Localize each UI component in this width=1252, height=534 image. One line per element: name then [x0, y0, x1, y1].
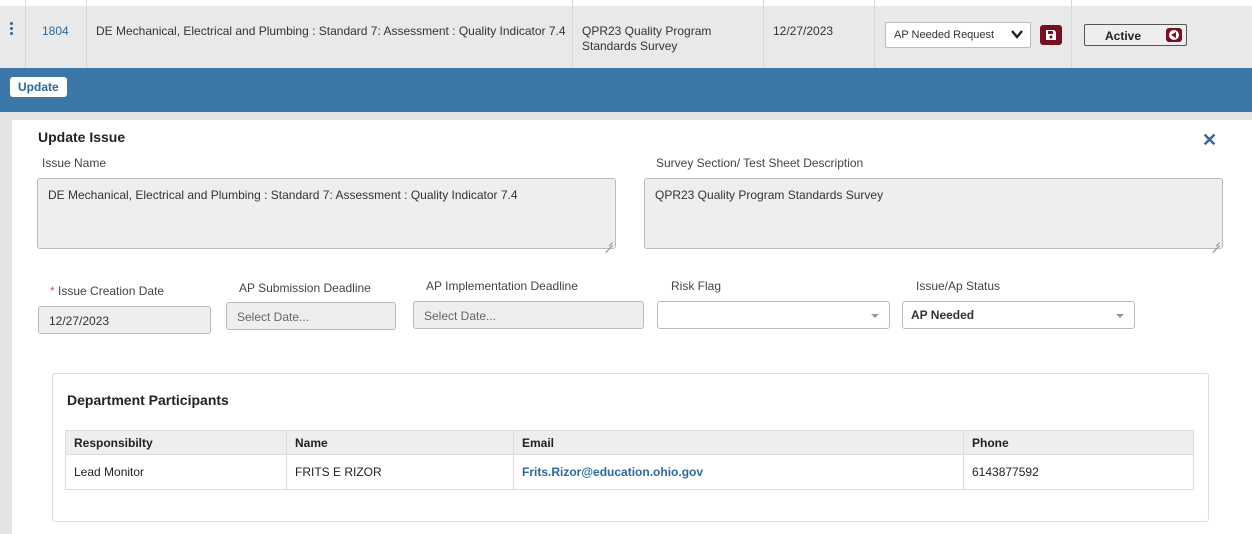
issue-creation-date-label: * Issue Creation Date	[50, 284, 165, 298]
issue-name-label: Issue Name	[42, 156, 107, 170]
column-divider	[874, 0, 875, 68]
caret-down-icon	[871, 314, 879, 318]
row-actions-kebab-icon[interactable]	[10, 22, 14, 38]
update-button[interactable]: Update	[10, 77, 67, 97]
issue-ap-status-value: AP Needed	[911, 308, 975, 322]
issue-name-value: DE Mechanical, Electrical and Plumbing :…	[48, 188, 518, 202]
column-divider	[1071, 0, 1072, 68]
save-icon	[1046, 30, 1056, 40]
arrow-left-circle-icon	[1169, 30, 1179, 40]
status-toggle-button[interactable]	[1166, 28, 1182, 42]
issue-ap-status-label: Issue/Ap Status	[916, 279, 1001, 293]
participant-responsibility: Lead Monitor	[65, 454, 287, 490]
risk-flag-label: Risk Flag	[671, 279, 722, 293]
column-divider	[25, 0, 26, 68]
column-divider	[763, 0, 764, 68]
survey-section-value: QPR23 Quality Program Standards Survey	[655, 188, 884, 202]
column-header-name: Name	[286, 430, 514, 455]
column-divider	[572, 0, 573, 68]
column-divider	[86, 0, 87, 68]
caret-down-icon	[1116, 314, 1124, 318]
issue-creation-date-field[interactable]: 12/27/2023	[38, 306, 211, 334]
ap-submission-deadline-label: AP Submission Deadline	[239, 281, 371, 295]
date-cell: 12/27/2023	[773, 24, 834, 38]
participants-title: Department Participants	[67, 392, 229, 408]
action-bar: Update	[0, 68, 1252, 112]
save-button[interactable]	[1040, 25, 1062, 45]
participants-table: Responsibilty Name Email Phone Lead Moni…	[65, 430, 1194, 490]
ap-submission-deadline-field[interactable]: Select Date...	[226, 302, 396, 330]
risk-flag-select[interactable]	[657, 301, 890, 329]
table-top-strip	[0, 0, 1252, 6]
update-issue-panel: Update Issue ✕ Issue Name DE Mechanical,…	[12, 120, 1252, 534]
participant-name: FRITS E RIZOR	[286, 454, 514, 490]
chevron-down-icon	[1010, 27, 1024, 44]
resize-handle-icon[interactable]	[605, 238, 613, 246]
issue-table-row: 1804 DE Mechanical, Electrical and Plumb…	[0, 0, 1252, 68]
panel-title: Update Issue	[38, 129, 126, 145]
table-row: Lead Monitor FRITS E RIZOR Frits.Rizor@e…	[65, 454, 1194, 490]
panel-left-border	[0, 112, 12, 534]
panel-top-border	[0, 112, 1252, 120]
ap-status-select-value: AP Needed Request	[894, 29, 995, 41]
status-label: Active	[1104, 29, 1142, 43]
ap-implementation-deadline-field[interactable]: Select Date...	[413, 301, 644, 329]
column-header-email: Email	[513, 430, 964, 455]
issue-id-link[interactable]: 1804	[42, 24, 69, 39]
survey-section-textarea[interactable]: QPR23 Quality Program Standards Survey	[644, 178, 1223, 249]
resize-handle-icon[interactable]	[1212, 238, 1220, 246]
issue-name-cell: DE Mechanical, Electrical and Plumbing :…	[96, 24, 566, 38]
participant-email-link[interactable]: Frits.Rizor@education.ohio.gov	[513, 454, 964, 490]
column-header-responsibility: Responsibilty	[65, 430, 287, 455]
issue-ap-status-select[interactable]: AP Needed	[902, 301, 1135, 329]
status-badge: Active	[1084, 24, 1187, 46]
survey-section-label: Survey Section/ Test Sheet Description	[656, 156, 864, 170]
ap-status-select[interactable]: AP Needed Request	[885, 22, 1031, 48]
survey-cell: QPR23 Quality Program Standards Survey	[582, 24, 712, 53]
table-header-row: Responsibilty Name Email Phone	[65, 430, 1194, 455]
department-participants-section: Department Participants Responsibilty Na…	[52, 373, 1209, 522]
ap-implementation-deadline-label: AP Implementation Deadline	[426, 279, 578, 293]
close-icon[interactable]: ✕	[1202, 130, 1217, 151]
column-header-phone: Phone	[963, 430, 1194, 455]
participant-phone: 6143877592	[963, 454, 1194, 490]
issue-name-textarea[interactable]: DE Mechanical, Electrical and Plumbing :…	[37, 178, 616, 249]
